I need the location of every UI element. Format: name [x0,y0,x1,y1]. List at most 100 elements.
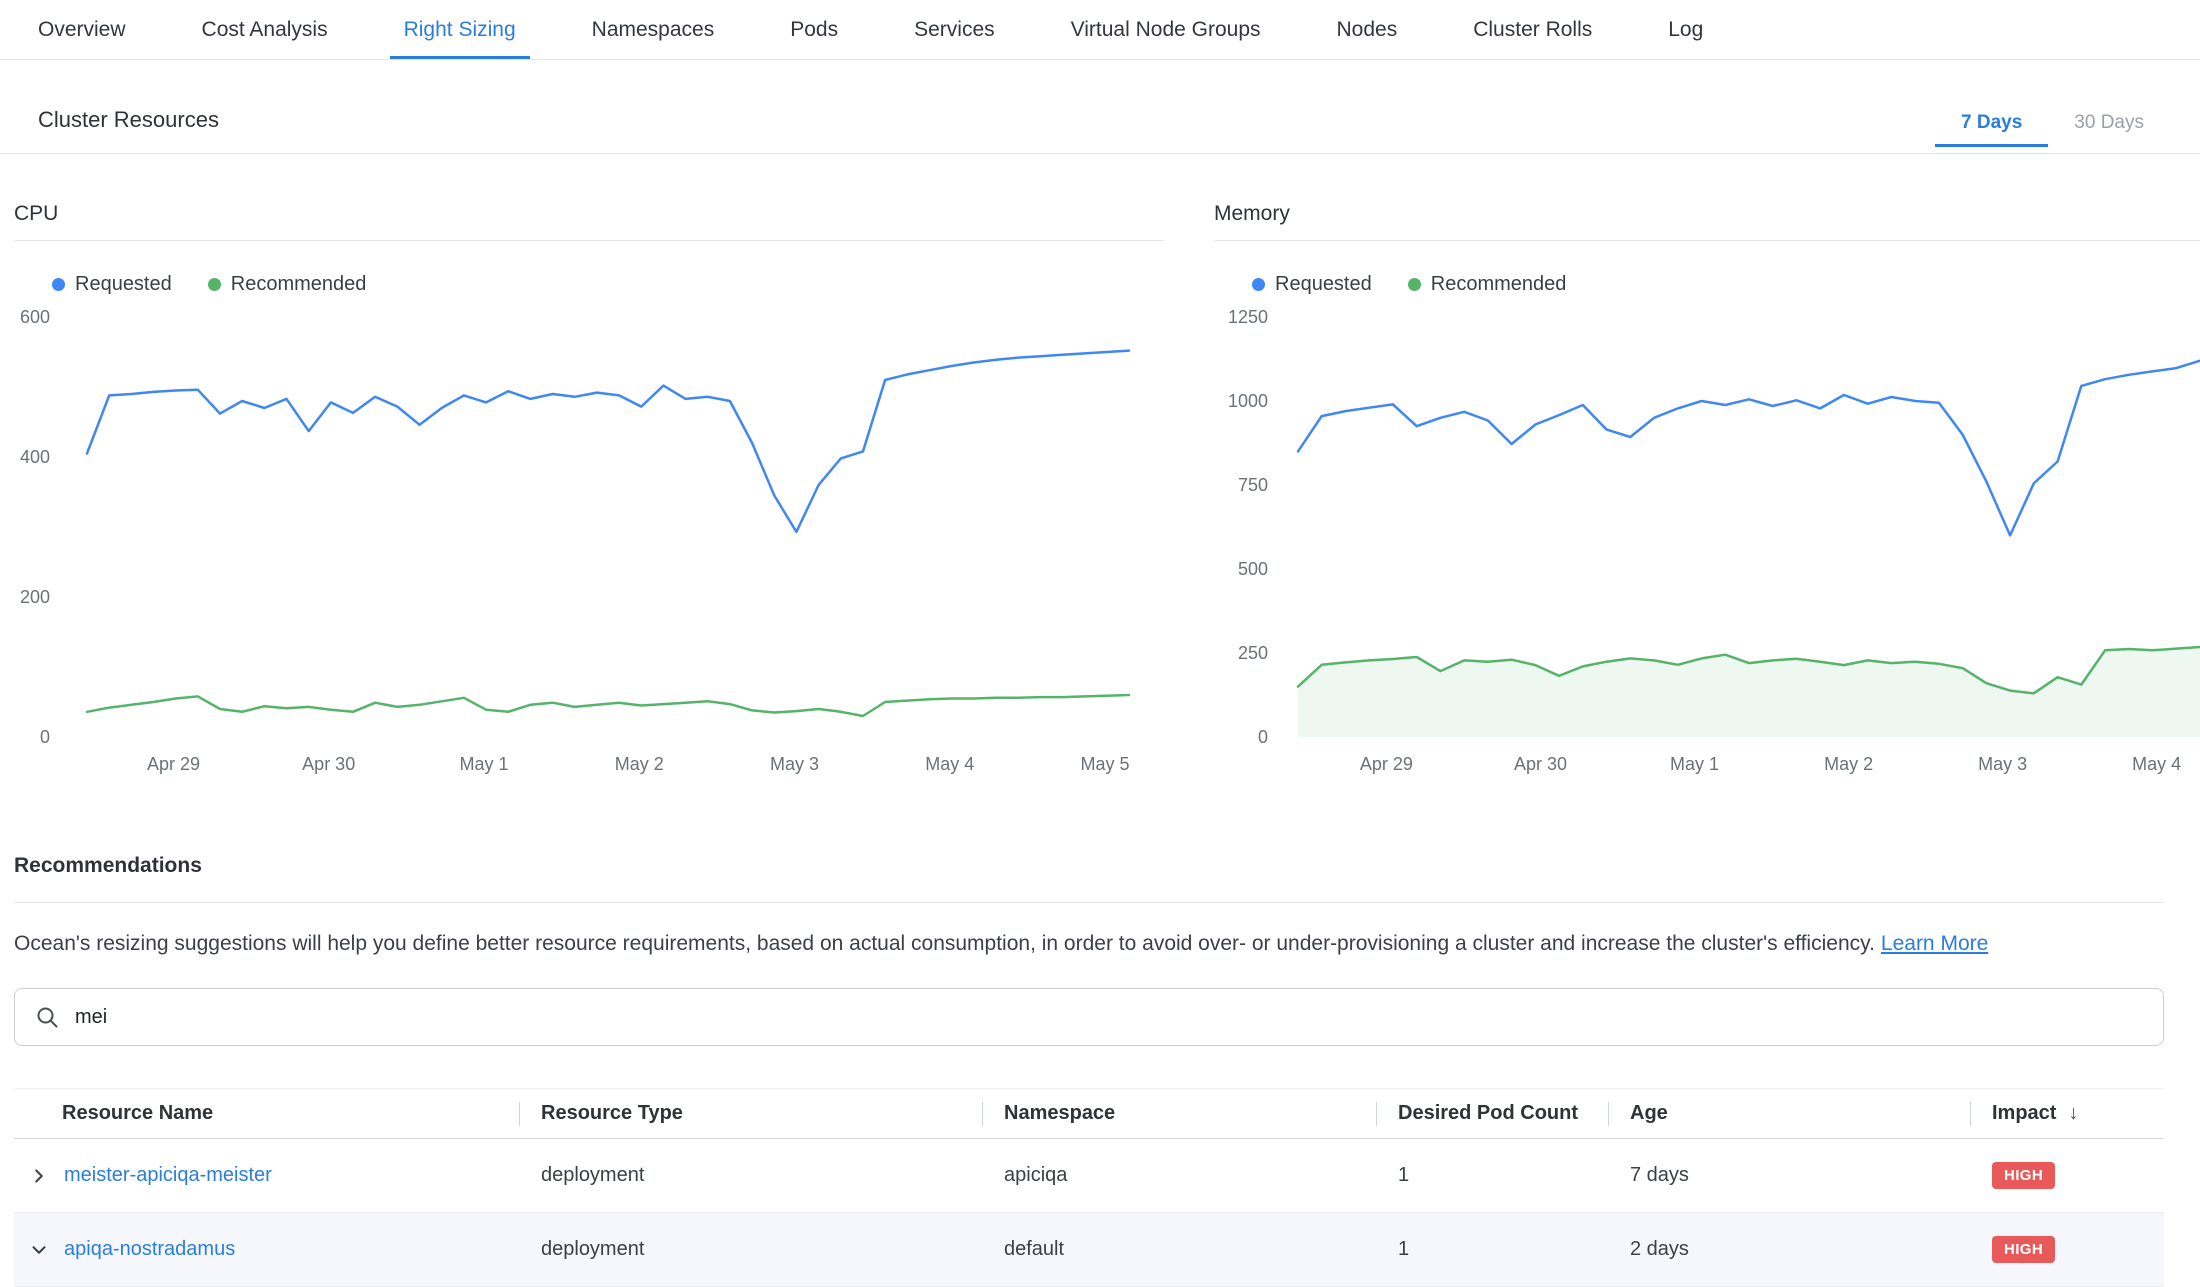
x-tick-label: Apr 30 [1514,754,1567,774]
legend-dot [208,278,221,291]
range-30-days[interactable]: 30 Days [2048,112,2170,147]
y-tick-label: 750 [1238,475,1268,495]
legend-item-requested[interactable]: Requested [1252,273,1372,296]
impact-badge: HIGH [1992,1162,2055,1189]
y-tick-label: 500 [1238,559,1268,579]
legend-dot [52,278,65,291]
cpu-chart: CPURequestedRecommended0200400600Apr 29A… [14,202,1164,782]
legend-dot [1408,278,1421,291]
column-header-label: Age [1630,1102,1668,1125]
recommendations-header: Recommendations [14,854,2164,903]
x-tick-label: May 2 [615,754,664,774]
legend-label: Requested [75,273,172,296]
legend-item-recommended[interactable]: Recommended [208,273,367,296]
memory-chart-title: Memory [1214,202,2200,241]
impact-cell: HIGH [1970,1139,2164,1212]
requested-line [1298,361,2200,536]
tab-overview[interactable]: Overview [24,0,140,59]
tab-namespaces[interactable]: Namespaces [578,0,729,59]
resource-name-link[interactable]: meister-apiciqa-meister [64,1164,272,1187]
tab-cost-analysis[interactable]: Cost Analysis [188,0,342,59]
resource-type-cell: deployment [519,1139,982,1212]
y-tick-label: 200 [20,587,50,607]
legend-item-recommended[interactable]: Recommended [1408,273,1567,296]
legend-label: Recommended [1431,273,1567,296]
impact-badge: HIGH [1992,1236,2055,1263]
column-header-label: Namespace [1004,1102,1115,1125]
search-box[interactable] [14,988,2164,1046]
table-row: apiqa-nostradamus deploymentdefault12 day… [14,1213,2164,1287]
recommended-area [1298,647,2200,737]
column-header-age[interactable]: Age [1608,1089,1970,1138]
recommendations-table: Resource Name Resource Type Namespace Desir… [14,1088,2164,1287]
chart-legend: Requested Recommended [1252,273,2200,296]
impact-cell: HIGH [1970,1213,2164,1286]
tab-right-sizing[interactable]: Right Sizing [390,0,530,59]
desired-pod-count-cell: 1 [1376,1213,1608,1286]
tab-pods[interactable]: Pods [776,0,852,59]
x-tick-label: Apr 29 [1360,754,1413,774]
search-icon [35,1005,59,1029]
tab-virtual-node-groups[interactable]: Virtual Node Groups [1057,0,1275,59]
column-header-label: Impact [1992,1102,2056,1125]
memory-chart-canvas: 025050075010001250Apr 29Apr 30May 1May 2… [1214,302,2200,782]
resource-name-cell: meister-apiciqa-meister [14,1139,519,1212]
x-tick-label: May 2 [1824,754,1873,774]
recommendations-description: Ocean's resizing suggestions will help y… [14,929,2164,958]
x-tick-label: Apr 29 [147,754,200,774]
tab-cluster-rolls[interactable]: Cluster Rolls [1459,0,1606,59]
cluster-resources-title: Cluster Resources [38,107,219,133]
y-tick-label: 600 [20,307,50,327]
age-cell: 2 days [1608,1213,1970,1286]
y-tick-label: 1250 [1228,307,1268,327]
description-text: Ocean's resizing suggestions will help y… [14,932,1875,955]
x-tick-label: Apr 30 [302,754,355,774]
legend-dot [1252,278,1265,291]
collapse-chevron-icon[interactable] [28,1239,50,1261]
column-header-label: Resource Type [541,1102,683,1125]
y-tick-label: 0 [1258,727,1268,747]
recommendations-title: Recommendations [14,854,202,877]
cpu-chart-canvas: 0200400600Apr 29Apr 30May 1May 2May 3May… [14,302,1164,782]
age-cell: 7 days [1608,1139,1970,1212]
x-tick-label: May 5 [1080,754,1129,774]
legend-item-requested[interactable]: Requested [52,273,172,296]
desired-pod-count-cell: 1 [1376,1139,1608,1212]
x-tick-label: May 4 [2132,754,2181,774]
tab-services[interactable]: Services [900,0,1009,59]
legend-label: Recommended [231,273,367,296]
search-input[interactable] [73,1005,2143,1030]
learn-more-link[interactable]: Learn More [1881,932,1988,955]
column-header-desired-pod-count[interactable]: Desired Pod Count [1376,1089,1608,1138]
requested-line [87,351,1129,532]
tab-log[interactable]: Log [1654,0,1717,59]
column-header-label: Desired Pod Count [1398,1102,1578,1125]
y-tick-label: 0 [40,727,50,747]
sort-desc-icon[interactable]: ↓ [2068,1102,2078,1125]
table-header: Resource Name Resource Type Namespace Desir… [14,1089,2164,1139]
x-tick-label: May 4 [925,754,974,774]
x-tick-label: May 1 [1670,754,1719,774]
cpu-chart-title: CPU [14,202,1164,241]
range-7-days[interactable]: 7 Days [1935,112,2048,147]
expand-chevron-icon[interactable] [28,1165,50,1187]
resource-name-cell: apiqa-nostradamus [14,1213,519,1286]
recommendations-section: Recommendations Ocean's resizing suggest… [0,854,2200,1287]
tab-nodes[interactable]: Nodes [1323,0,1412,59]
column-header-impact[interactable]: Impact ↓ [1970,1089,2164,1138]
resource-type-cell: deployment [519,1213,982,1286]
top-tab-bar: Overview Cost Analysis Right Sizing Namespa… [0,0,2200,60]
column-header-resource-name[interactable]: Resource Name [14,1089,519,1138]
resource-name-link[interactable]: apiqa-nostradamus [64,1238,235,1261]
x-tick-label: May 3 [770,754,819,774]
column-header-namespace[interactable]: Namespace [982,1089,1376,1138]
recommended-line [87,695,1129,716]
time-range-toggle: 7 Days30 Days [1935,112,2170,147]
memory-chart: MemoryRequestedRecommended02505007501000… [1214,202,2200,782]
column-header-resource-type[interactable]: Resource Type [519,1089,982,1138]
x-tick-label: May 1 [459,754,508,774]
legend-label: Requested [1275,273,1372,296]
namespace-cell: default [982,1213,1376,1286]
y-tick-label: 250 [1238,643,1268,663]
namespace-cell: apiciqa [982,1139,1376,1212]
